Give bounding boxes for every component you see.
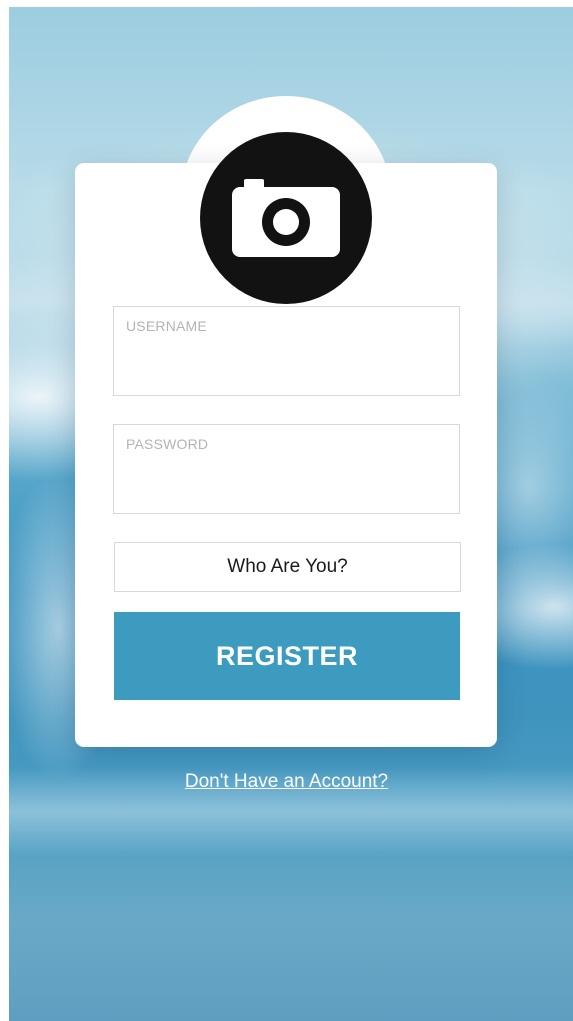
signup-link[interactable]: Don't Have an Account?	[0, 771, 573, 793]
signup-link-text: Don't Have an Account?	[184, 771, 389, 792]
role-select[interactable]: Who Are You?	[114, 542, 461, 592]
password-field[interactable]	[113, 424, 460, 514]
register-button[interactable]: REGISTER	[114, 612, 460, 700]
username-field[interactable]	[113, 306, 460, 396]
register-button-label: REGISTER	[215, 640, 359, 671]
camera-icon	[232, 179, 340, 257]
avatar[interactable]	[200, 132, 372, 304]
role-select-label: Who Are You?	[227, 556, 348, 577]
